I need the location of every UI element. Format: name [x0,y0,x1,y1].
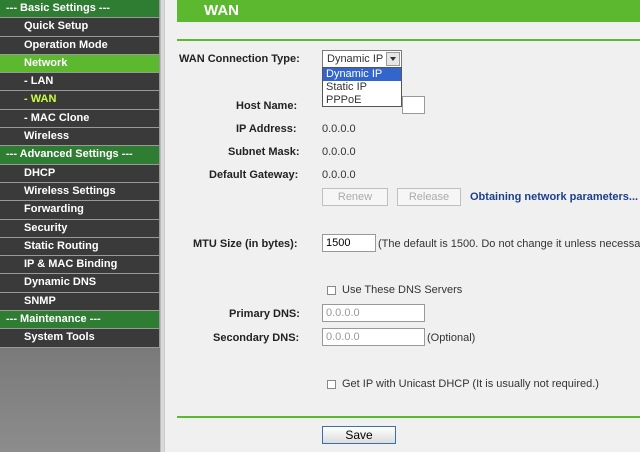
wan-type-dropdown: Dynamic IP Static IP PPPoE [322,67,402,107]
unicast-dhcp-label: Get IP with Unicast DHCP (It is usually … [342,378,599,390]
secondary-dns-note: (Optional) [427,332,476,344]
release-button[interactable]: Release [397,188,461,206]
page-title: WAN [204,2,239,19]
primary-dns-label: Primary DNS: [229,308,300,320]
sidebar-item-dhcp[interactable]: DHCP [0,164,159,183]
sidebar-item-dynamic-dns[interactable]: Dynamic DNS [0,274,159,293]
sidebar-item-ip-mac-binding[interactable]: IP & MAC Binding [0,256,159,275]
sidebar-item-wan[interactable]: - WAN [0,91,159,110]
sidebar-item-snmp[interactable]: SNMP [0,292,159,312]
use-dns-checkbox[interactable] [327,286,336,295]
secondary-dns-label: Secondary DNS: [213,332,300,344]
default-gateway-value: 0.0.0.0 [322,169,356,181]
sidebar-background [0,348,160,452]
wan-type-selected: Dynamic IP [327,53,384,65]
default-gateway-label: Default Gateway: [209,169,299,181]
wan-type-select[interactable]: Dynamic IP [322,50,402,68]
sidebar-item-forwarding[interactable]: Forwarding [0,201,159,220]
mtu-note: (The default is 1500. Do not change it u… [378,238,640,250]
renew-button[interactable]: Renew [322,188,388,206]
mtu-input[interactable]: 1500 [322,234,376,252]
sidebar-item-wireless[interactable]: Wireless [0,128,159,147]
chevron-down-icon[interactable] [386,52,400,66]
sidebar-item-wireless-settings[interactable]: Wireless Settings [0,182,159,202]
sidebar-section-basic: --- Basic Settings --- [0,0,159,19]
host-name-label: Host Name: [236,100,298,112]
use-dns-label: Use These DNS Servers [342,284,463,296]
divider-bottom [177,416,640,418]
save-button[interactable]: Save [322,426,396,444]
sidebar-menu: --- Basic Settings --- Quick Setup Opera… [0,0,159,348]
sidebar-item-security[interactable]: Security [0,219,159,238]
sidebar-item-network[interactable]: Network [0,54,159,74]
sidebar: --- Basic Settings --- Quick Setup Opera… [0,0,160,452]
status-text: Obtaining network parameters... [470,191,639,203]
wan-type-label: WAN Connection Type: [179,53,300,65]
sidebar-item-system-tools[interactable]: System Tools [0,329,159,348]
sidebar-item-mac-clone[interactable]: - MAC Clone [0,109,159,129]
main-panel: WAN WAN Connection Type: Dynamic IP Dyna… [165,0,640,452]
subnet-mask-value: 0.0.0.0 [322,146,356,158]
primary-dns-input[interactable]: 0.0.0.0 [322,304,425,322]
sidebar-section-maintenance: --- Maintenance --- [0,311,159,330]
wan-type-option-dynamic-ip[interactable]: Dynamic IP [323,68,401,81]
mtu-label: MTU Size (in bytes): [193,238,298,250]
title-bar: WAN [177,0,640,22]
sidebar-item-quick-setup[interactable]: Quick Setup [0,18,159,37]
subnet-mask-label: Subnet Mask: [228,146,300,158]
wan-type-option-pppoe[interactable]: PPPoE [323,94,401,107]
sidebar-section-advanced: --- Advanced Settings --- [0,146,159,165]
unicast-dhcp-checkbox[interactable] [327,380,336,389]
wan-type-option-static-ip[interactable]: Static IP [323,81,401,94]
sidebar-item-static-routing[interactable]: Static Routing [0,237,159,257]
secondary-dns-input[interactable]: 0.0.0.0 [322,328,425,346]
divider-top [177,39,640,41]
host-name-input[interactable] [402,96,425,114]
sidebar-item-lan[interactable]: - LAN [0,73,159,92]
ip-address-label: IP Address: [236,123,297,135]
ip-address-value: 0.0.0.0 [322,123,356,135]
sidebar-item-operation-mode[interactable]: Operation Mode [0,36,159,55]
